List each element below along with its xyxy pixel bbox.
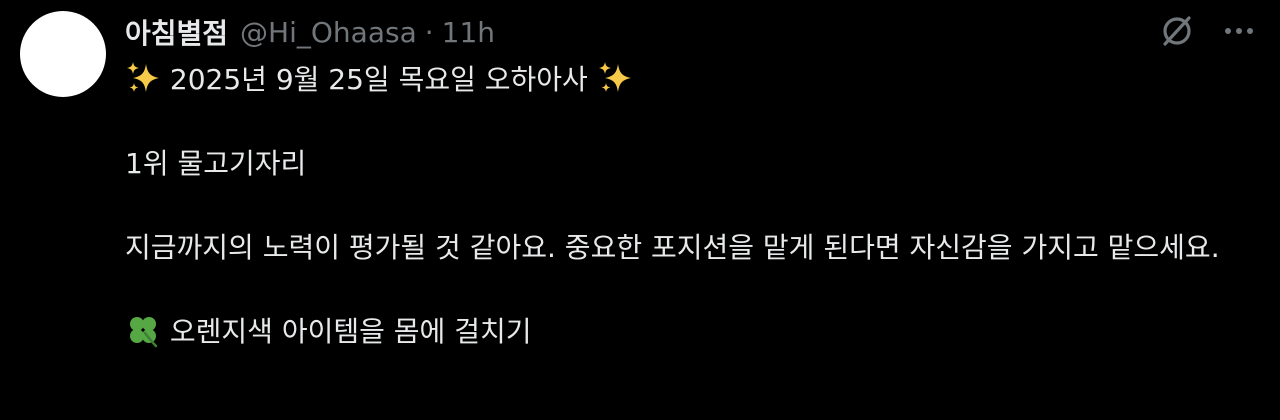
tweet-line-lucky-item-text: 오렌지색 아이템을 몸에 걸치기 bbox=[169, 315, 532, 348]
tweet-line-date-text: 2025년 9월 25일 목요일 오하아사 bbox=[169, 63, 588, 96]
header-actions bbox=[1158, 12, 1256, 50]
avatar[interactable] bbox=[20, 11, 106, 97]
timestamp[interactable]: 11h bbox=[442, 16, 495, 49]
tweet-line-rank: 1위 물고기자리 bbox=[125, 147, 307, 180]
separator-dot: · bbox=[424, 15, 434, 49]
tweet-text: 2025년 9월 25일 목요일 오하아사 1위 물고기자리 지금까지의 노력이… bbox=[125, 59, 1260, 353]
tweet-line-date: 2025년 9월 25일 목요일 오하아사 bbox=[125, 59, 1260, 101]
handle[interactable]: @Hi_Ohaasa bbox=[240, 16, 417, 49]
tweet-header: 아침별점 @Hi_Ohaasa · 11h bbox=[125, 10, 495, 54]
more-dots-icon[interactable] bbox=[1222, 14, 1256, 48]
tweet-line-fortune: 지금까지의 노력이 평가될 것 같아요. 중요한 포지션을 맡게 된다면 자신감… bbox=[125, 231, 1220, 264]
tweet-line-lucky-item: 오렌지색 아이템을 몸에 걸치기 bbox=[125, 311, 1260, 353]
slashed-circle-icon[interactable] bbox=[1158, 12, 1196, 50]
four-leaf-clover-emoji-icon bbox=[130, 317, 158, 348]
tweet[interactable]: 아침별점 @Hi_Ohaasa · 11h 2025년 9월 25일 목요일 오… bbox=[0, 0, 1280, 420]
sparkles-emoji-icon bbox=[598, 62, 631, 92]
sparkles-emoji-icon bbox=[127, 62, 159, 92]
display-name[interactable]: 아침별점 bbox=[125, 12, 228, 52]
